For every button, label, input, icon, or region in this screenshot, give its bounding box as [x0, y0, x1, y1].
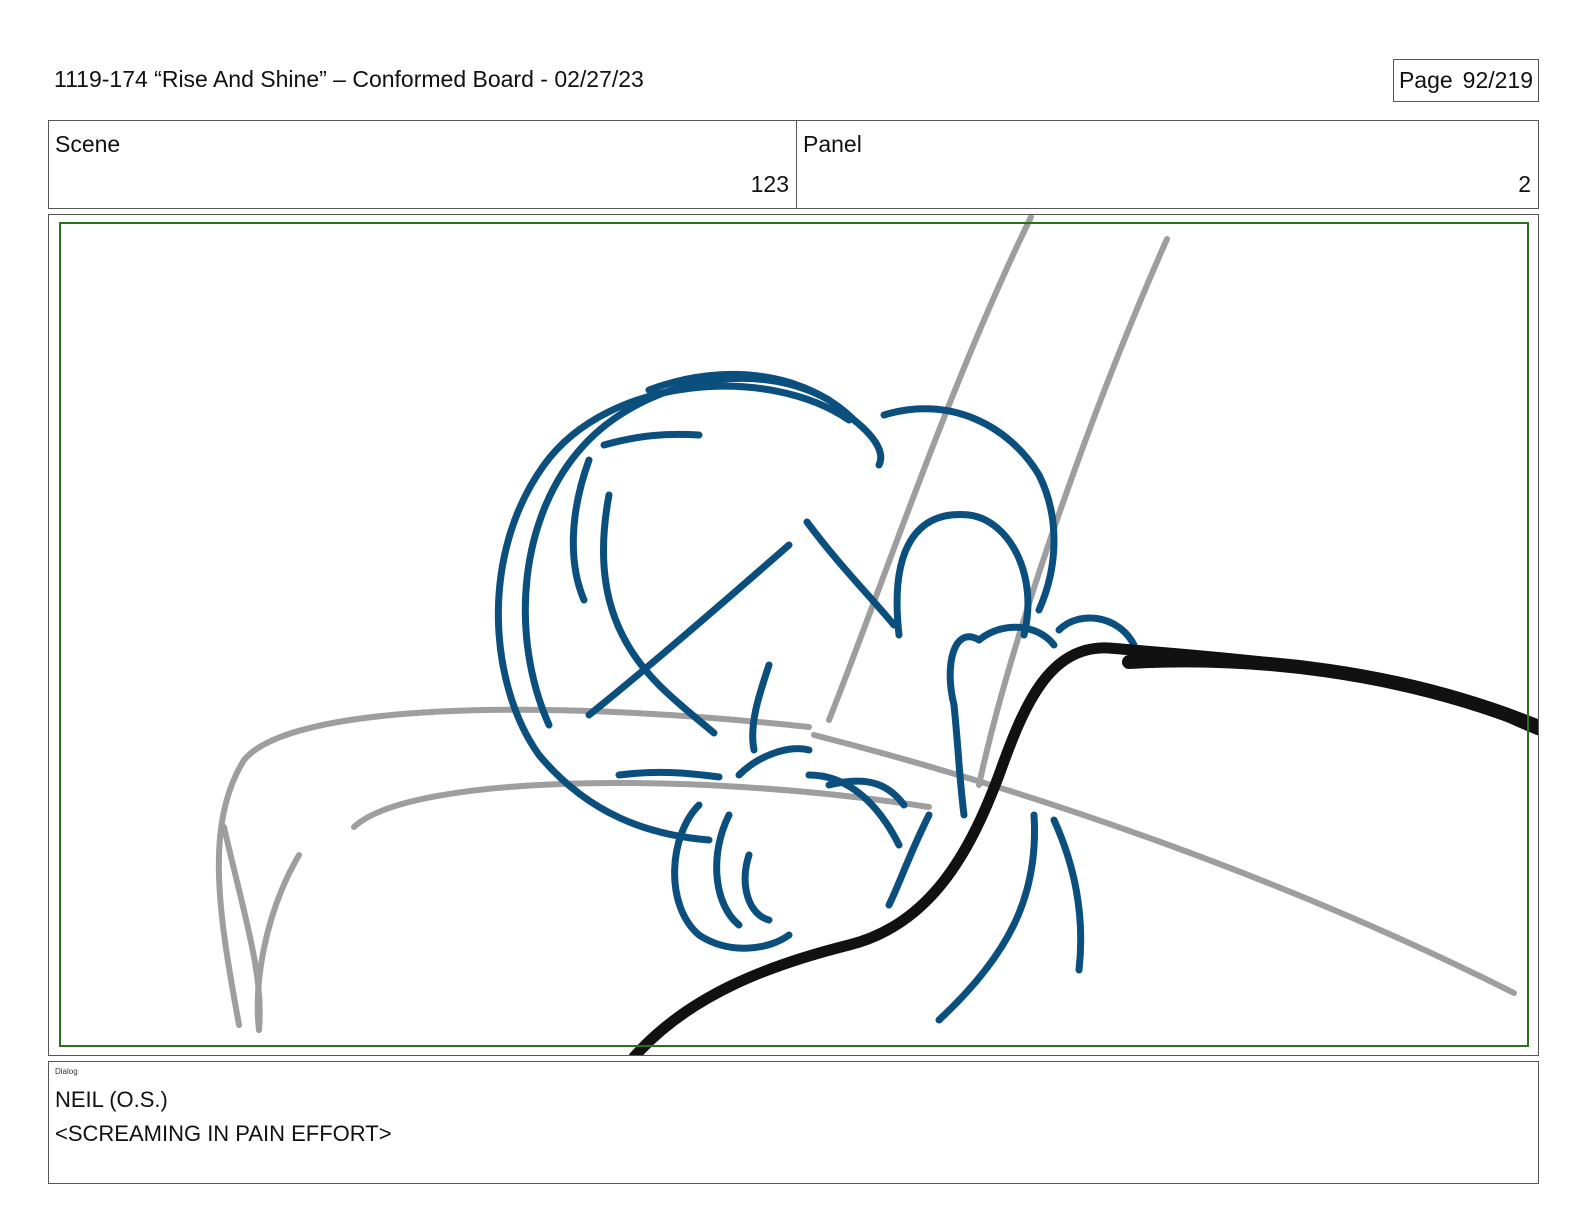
dialog-speaker: NEIL (O.S.)	[55, 1087, 168, 1112]
neck-line	[935, 811, 1039, 1024]
scene-panel-row: Scene 123 Panel 2	[48, 120, 1539, 209]
mouth-line	[735, 745, 813, 779]
hair-strand-left	[569, 456, 593, 604]
ear-inner	[803, 518, 898, 629]
foreground-curve	[628, 642, 1538, 1055]
panel-drawing	[215, 215, 1538, 1055]
ear-outline	[893, 511, 1032, 639]
hand-finger-2	[1055, 614, 1138, 649]
board-title: 1119-174 “Rise And Shine” – Conformed Bo…	[54, 66, 644, 92]
shoulder-line	[1050, 816, 1085, 974]
page-label: Page	[1398, 67, 1453, 93]
nose-line	[749, 661, 773, 754]
scene-number: 123	[750, 171, 789, 197]
storyboard-panel	[48, 214, 1539, 1056]
foreground-edge	[1122, 653, 1538, 734]
dialog-box: Dialog NEIL (O.S.) <SCREAMING IN PAIN EF…	[48, 1061, 1539, 1184]
chin-curl-2	[713, 811, 743, 929]
dialog-line: <SCREAMING IN PAIN EFFORT>	[55, 1121, 392, 1146]
hair-strand-inner	[599, 491, 718, 737]
forehead-line	[600, 430, 703, 449]
bed-edge-line	[215, 706, 812, 1028]
bed-side-line	[221, 824, 263, 1033]
page-indicator: Page 92/219	[1393, 59, 1539, 102]
eye-stroke	[615, 768, 723, 781]
panel-cell: Panel 2	[797, 121, 1538, 208]
pillow-edge-line	[351, 779, 932, 830]
panel-label: Panel	[803, 131, 862, 157]
chin-curls	[671, 801, 793, 952]
dialog-label: Dialog	[55, 1067, 78, 1076]
headboard-left-line	[826, 215, 1034, 723]
hand-outline	[946, 633, 983, 819]
layout-lines	[215, 215, 1517, 1033]
sheet-diagonal-line	[811, 732, 1517, 996]
pillow-fold-line	[254, 852, 302, 1033]
collar-stroke	[885, 811, 933, 909]
scene-cell: Scene 123	[49, 121, 797, 208]
panel-number: 2	[1518, 171, 1531, 197]
scene-label: Scene	[55, 131, 121, 157]
chin-curl-3	[741, 851, 773, 924]
headboard-right-line	[976, 236, 1170, 788]
page-number: 92/219	[1462, 67, 1534, 93]
foreground-shape	[628, 642, 1538, 1055]
